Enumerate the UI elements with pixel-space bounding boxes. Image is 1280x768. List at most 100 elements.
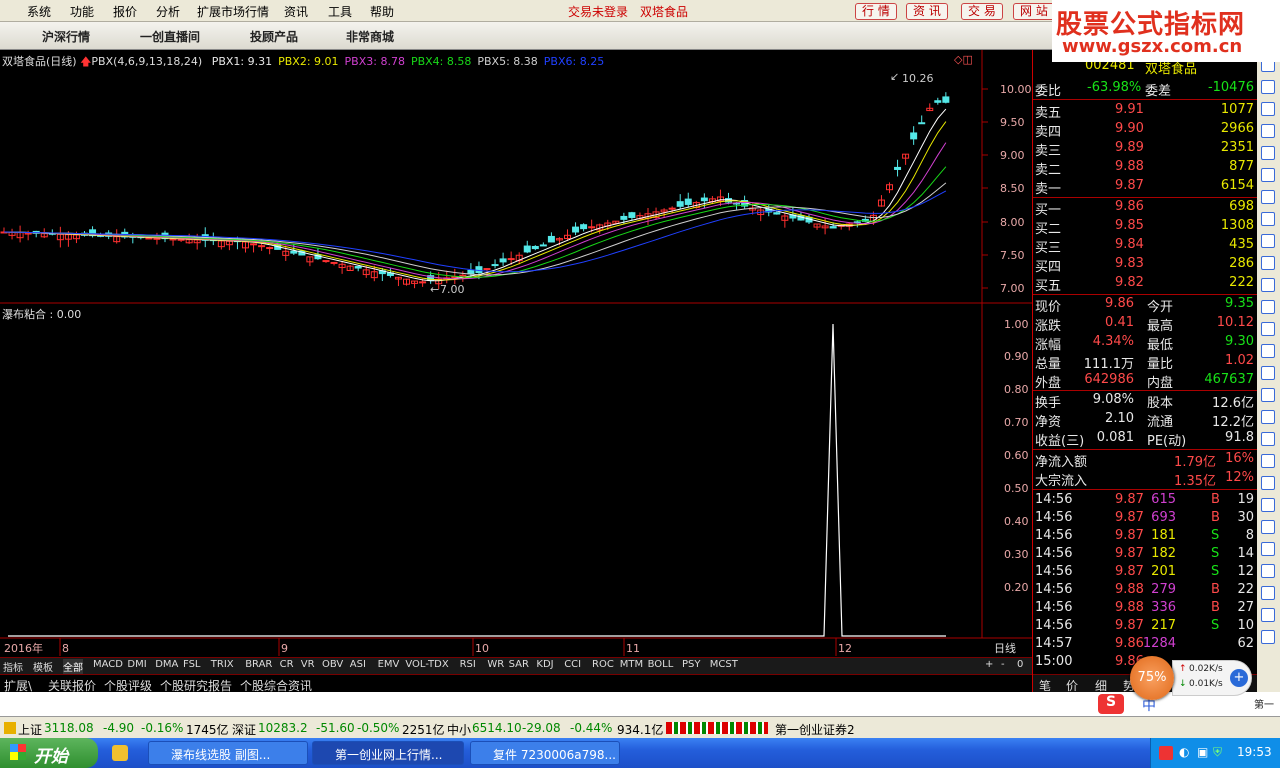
tool-icon[interactable] bbox=[1261, 366, 1275, 380]
index-tab-item[interactable]: TRIX bbox=[211, 659, 234, 670]
indicator-name[interactable]: PBX(4,6,9,13,18,24) bbox=[91, 55, 202, 68]
tick-time: 14:56 bbox=[1035, 546, 1073, 561]
menu-tools[interactable]: 工具 bbox=[328, 3, 352, 20]
chart-area[interactable]: 10.26 7.00 ← ↙ 10.00 9.50 9.00 8.50 8.00… bbox=[0, 50, 1032, 660]
tab-info[interactable]: 资 讯 bbox=[906, 3, 948, 20]
index-tab-control[interactable]: 0 bbox=[1017, 659, 1023, 670]
index-tab-item[interactable]: SAR bbox=[509, 659, 529, 670]
menu-help[interactable]: 帮助 bbox=[370, 3, 394, 20]
tab-website[interactable]: 网 站 bbox=[1013, 3, 1055, 20]
tool-icon[interactable] bbox=[1261, 410, 1275, 424]
index-tab-item[interactable]: DMI bbox=[127, 659, 146, 670]
toolbar-live[interactable]: 一创直播间 bbox=[140, 28, 200, 45]
tool-icon[interactable] bbox=[1261, 124, 1275, 138]
index-tab-item[interactable]: CR bbox=[280, 659, 294, 670]
index-tab-item[interactable]: VOL-TDX bbox=[405, 659, 448, 670]
period-label[interactable]: 日线 bbox=[994, 641, 1016, 655]
tab-trade[interactable]: 交 易 bbox=[961, 3, 1003, 20]
low-label: 7.00 bbox=[440, 283, 465, 296]
menu-news[interactable]: 资讯 bbox=[284, 3, 308, 20]
index-tab-item[interactable]: BOLL bbox=[648, 659, 674, 670]
tool-icon[interactable] bbox=[1261, 234, 1275, 248]
tab-market[interactable]: 行 情 bbox=[855, 3, 897, 20]
stat2-label: 收益(三) bbox=[1035, 434, 1085, 449]
tool-icon[interactable] bbox=[1261, 344, 1275, 358]
tool-icon[interactable] bbox=[1261, 476, 1275, 490]
index-tab-item[interactable]: EMV bbox=[378, 659, 400, 670]
start-button[interactable]: 开始 bbox=[0, 738, 98, 768]
tool-icon[interactable] bbox=[1261, 322, 1275, 336]
buys-label: 买一 bbox=[1035, 203, 1062, 218]
tool-icon[interactable] bbox=[1261, 102, 1275, 116]
tray-app-icon[interactable] bbox=[1159, 746, 1173, 760]
tool-icon[interactable] bbox=[1261, 168, 1275, 182]
tool-icon[interactable] bbox=[1261, 146, 1275, 160]
sogou-s-icon[interactable]: S bbox=[1098, 694, 1124, 714]
x-axis-labels: 2016年 8 9 10 11 12 日线 bbox=[4, 641, 1016, 655]
index-tab-item[interactable]: MACD bbox=[93, 659, 123, 670]
tool-icon[interactable] bbox=[1261, 520, 1275, 534]
tool-icon[interactable] bbox=[1261, 388, 1275, 402]
tool-icon[interactable] bbox=[1261, 564, 1275, 578]
tick-row: 14:56 9.87 615 B 19 bbox=[1035, 492, 1256, 510]
index-tab-0[interactable]: 指标 bbox=[3, 659, 23, 674]
menu-quote[interactable]: 报价 bbox=[113, 3, 137, 20]
tool-icon[interactable] bbox=[1261, 454, 1275, 468]
tool-icon[interactable] bbox=[1261, 300, 1275, 314]
speed-badge[interactable]: 75% bbox=[1130, 656, 1174, 700]
tray-shield-icon[interactable]: ⛨ bbox=[1213, 745, 1222, 760]
flow-row: 大宗流入 1.35亿 12% bbox=[1035, 470, 1256, 489]
login-status[interactable]: 交易未登录 bbox=[568, 3, 628, 20]
index-tab-item[interactable]: FSL bbox=[183, 659, 201, 670]
tool-icon[interactable] bbox=[1261, 586, 1275, 600]
index-tab-item[interactable]: MTM bbox=[620, 659, 643, 670]
index-tab-item[interactable]: ROC bbox=[592, 659, 614, 670]
tool-icon[interactable] bbox=[1261, 498, 1275, 512]
index-tab-item[interactable]: KDJ bbox=[536, 659, 553, 670]
index-tab-item[interactable]: OBV bbox=[322, 659, 343, 670]
tool-icon[interactable] bbox=[1261, 190, 1275, 204]
toolbar-advisor[interactable]: 投顾产品 bbox=[250, 28, 298, 45]
tool-icon[interactable] bbox=[1261, 630, 1275, 644]
index-tab-item[interactable]: PSY bbox=[682, 659, 701, 670]
index-tab-2[interactable]: 全部 bbox=[63, 659, 83, 674]
tool-icon[interactable] bbox=[1261, 432, 1275, 446]
index-tab-item[interactable]: DMA bbox=[155, 659, 178, 670]
index-tab-item[interactable]: BRAR bbox=[245, 659, 272, 670]
tool-icon[interactable] bbox=[1261, 542, 1275, 556]
index-tab-item[interactable]: RSI bbox=[460, 659, 476, 670]
chart-window-icons[interactable]: ◇◫ bbox=[954, 53, 973, 66]
tick-row: 14:56 9.88 336 B 27 bbox=[1035, 600, 1256, 618]
task-item[interactable]: 瀑布线选股 副图... bbox=[148, 741, 308, 765]
menu-analysis[interactable]: 分析 bbox=[156, 3, 180, 20]
index-tab-control[interactable]: - bbox=[1001, 659, 1005, 670]
index-tab-item[interactable]: WR bbox=[487, 659, 504, 670]
pbx-lines bbox=[3, 108, 947, 282]
index-tab-item[interactable]: CCI bbox=[564, 659, 581, 670]
index-tab-control[interactable]: + bbox=[985, 659, 993, 670]
task-item[interactable]: 复件 7230006a798... bbox=[470, 741, 620, 765]
tray-network-icon[interactable]: ▣ bbox=[1197, 745, 1208, 759]
candle-body bbox=[507, 258, 515, 261]
add-icon[interactable]: + bbox=[1230, 669, 1248, 687]
index-tab-item[interactable]: VR bbox=[301, 659, 315, 670]
tool-icon[interactable] bbox=[1261, 278, 1275, 292]
index-tab-item[interactable]: ASI bbox=[350, 659, 366, 670]
index-tab-1[interactable]: 模板 bbox=[33, 659, 53, 674]
sells-label: 卖三 bbox=[1035, 144, 1062, 159]
toolbar-mall[interactable]: 非常商城 bbox=[346, 28, 394, 45]
sells-volume: 877 bbox=[1229, 159, 1254, 174]
tool-icon[interactable] bbox=[1261, 256, 1275, 270]
clock[interactable]: 19:53 bbox=[1237, 745, 1272, 759]
toolbar-hs-market[interactable]: 沪深行情 bbox=[42, 28, 90, 45]
tray-volume-icon[interactable]: ◐ bbox=[1179, 745, 1189, 759]
tool-icon[interactable] bbox=[1261, 608, 1275, 622]
menu-function[interactable]: 功能 bbox=[70, 3, 94, 20]
menu-system[interactable]: 系统 bbox=[27, 3, 51, 20]
task-item-active[interactable]: 第一创业网上行情... bbox=[312, 741, 464, 765]
quicklaunch-icon[interactable] bbox=[112, 745, 128, 761]
tool-icon[interactable] bbox=[1261, 212, 1275, 226]
tool-icon[interactable] bbox=[1261, 80, 1275, 94]
menu-extended-market[interactable]: 扩展市场行情 bbox=[197, 3, 269, 20]
index-tab-item[interactable]: MCST bbox=[710, 659, 738, 670]
